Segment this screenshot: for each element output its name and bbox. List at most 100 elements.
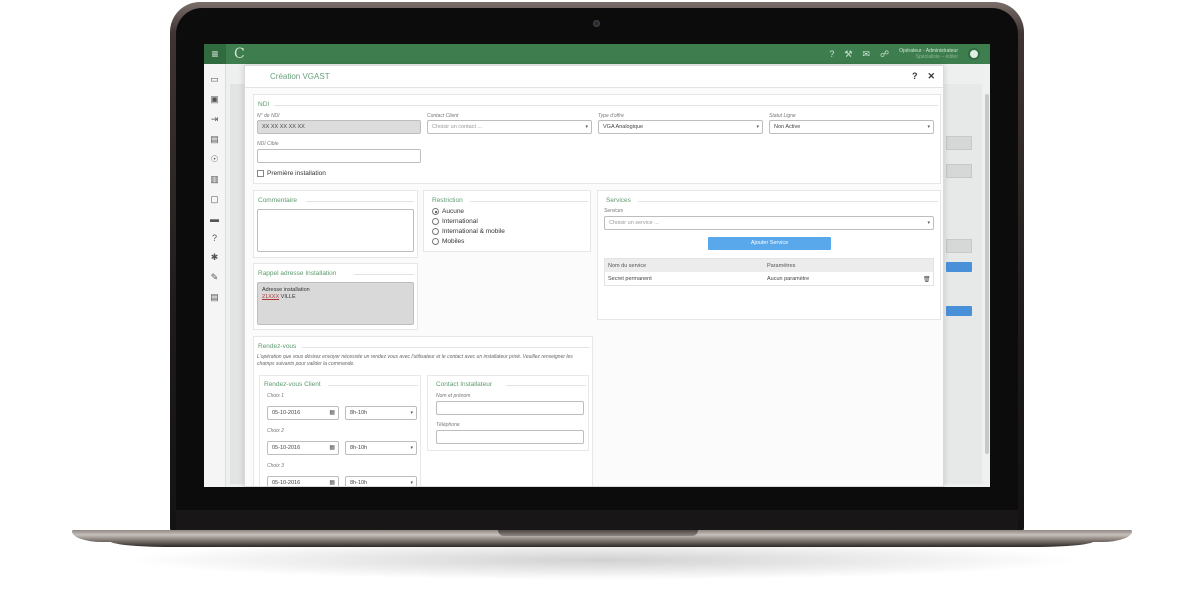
services-placeholder: Choisir un service ... (609, 220, 659, 226)
restriction-option-international-mobile[interactable]: International & mobile (432, 228, 505, 235)
choice-slot-select[interactable]: 8h-10h ▾ (345, 441, 417, 455)
choice-date-field[interactable]: 05-10-2016 ▦ (267, 441, 339, 455)
divider (638, 201, 938, 202)
restriction-title: Restriction (432, 197, 463, 204)
address-line: Adresse installation (262, 287, 310, 293)
comment-textarea[interactable] (257, 209, 414, 252)
tools-icon[interactable]: ⚒ (844, 49, 852, 60)
background-field (946, 136, 972, 150)
services-select[interactable]: Choisir un service ... ▾ (604, 216, 934, 230)
choice-date: 05-10-2016 (272, 410, 301, 416)
monitor-icon[interactable]: ▭ (210, 74, 219, 85)
city: VILLE (280, 294, 296, 300)
choice-slot-select[interactable]: 8h-10h ▾ (345, 476, 417, 486)
ndi-title: NDI (258, 101, 270, 108)
chart-icon[interactable]: ▥ (210, 174, 219, 185)
money-icon[interactable]: ▢ (210, 194, 219, 205)
chevron-down-icon: ▾ (927, 124, 930, 130)
checkbox[interactable] (257, 170, 264, 177)
radio[interactable] (432, 218, 439, 225)
comment-card: Commentaire (253, 190, 418, 258)
comment-title: Commentaire (258, 197, 298, 204)
calendar-icon[interactable]: ▤ (210, 134, 219, 145)
table-row: Secret permanent Aucun paramètre 🗑 (605, 272, 933, 285)
first-install-checkbox[interactable]: Première installation (257, 170, 326, 177)
calendar-icon[interactable]: ▦ (329, 407, 335, 419)
app-logo[interactable]: C (234, 46, 245, 62)
address-box: Adresse installation 21XXX VILLE (257, 282, 414, 325)
option-label: Aucune (442, 208, 465, 215)
installer-card: Contact Installateur Nom et prénom Télép… (427, 375, 589, 451)
edit-icon[interactable]: ✎ (211, 272, 219, 283)
installer-phone-field[interactable] (436, 430, 584, 444)
choice-slot: 8h-10h (350, 480, 368, 486)
chevron-down-icon: ▾ (410, 445, 413, 451)
target-ndi-field[interactable] (257, 149, 421, 163)
login-icon[interactable]: ⇥ (211, 114, 219, 125)
services-field-label: Services (604, 208, 624, 214)
choice-date-field[interactable]: 05-10-2016 ▦ (267, 406, 339, 420)
option-label: International (442, 218, 478, 225)
restriction-option-international[interactable]: International (432, 218, 478, 225)
modal-header: Création VGAST ? ✕ (245, 66, 943, 88)
user-info[interactable]: Opérateur - Administrateur Spécialiste –… (899, 48, 958, 60)
radio[interactable] (432, 228, 439, 235)
contact-client-select[interactable]: Choisir un contact ... ▾ (427, 120, 592, 134)
chevron-down-icon: ▾ (585, 124, 588, 130)
address-city-line: 21XXX VILLE (262, 294, 409, 301)
background-field (946, 164, 972, 178)
sidebar: ▭ ▣ ⇥ ▤ ☉ ▥ ▢ ▬ ? ✱ ✎ ▤ (204, 64, 226, 487)
rdv-description: L'opération que vous désirez envoyer néc… (257, 354, 573, 367)
scrollbar-thumb[interactable] (985, 94, 989, 454)
background-panel (230, 84, 244, 484)
avatar[interactable] (968, 48, 980, 60)
chat-icon[interactable]: ✉ (862, 49, 870, 60)
divider (328, 385, 418, 386)
help-icon[interactable]: ? (912, 71, 918, 82)
installer-name-field[interactable] (436, 401, 584, 415)
radio-selected[interactable] (432, 208, 439, 215)
factory-icon[interactable]: ▬ (210, 214, 219, 224)
services-card: Services Services Choisir un service ...… (597, 190, 941, 320)
close-icon[interactable]: ✕ (927, 71, 935, 82)
divider (506, 385, 586, 386)
user-role: Spécialiste – éditer (915, 54, 958, 60)
help-icon[interactable]: ? (829, 49, 834, 59)
choice-slot-select[interactable]: 8h-10h ▾ (345, 406, 417, 420)
trash-icon[interactable]: 🗑 (923, 276, 931, 283)
restriction-option-aucune[interactable]: Aucune (432, 208, 464, 215)
restriction-option-mobiles[interactable]: Mobiles (432, 238, 464, 245)
choice-slot: 8h-10h (350, 410, 368, 416)
contacts-icon[interactable]: ▣ (210, 94, 219, 105)
scrollbar[interactable] (984, 64, 990, 487)
ndi-number-field[interactable]: XX XX XX XX XX (257, 120, 421, 134)
service-name: Secret permanent (608, 276, 652, 282)
radio[interactable] (432, 238, 439, 245)
screen: ≡ C ? ⚒ ✉ ☍ Opérateur - Administrateur S… (204, 44, 990, 487)
services-title: Services (606, 197, 631, 204)
offer-type-label: Type d'offre (598, 113, 624, 119)
rdv-client-card: Rendez-vous Client Choix 1 05-10-2016 ▦ … (259, 375, 421, 486)
network-icon[interactable]: ☉ (210, 154, 218, 165)
menu-icon[interactable]: ≡ (204, 44, 226, 64)
top-bar: ≡ C ? ⚒ ✉ ☍ Opérateur - Administrateur S… (204, 44, 990, 64)
add-service-button[interactable]: Ajouter Service (708, 237, 831, 250)
contact-client-label: Contact Client (427, 113, 459, 119)
line-status-select[interactable]: Non Active ▾ (769, 120, 934, 134)
laptop-opening-notch (498, 530, 698, 536)
divider (274, 105, 938, 106)
question-icon[interactable]: ? (212, 233, 217, 243)
ndi-number-label: N° de NDI (257, 113, 280, 119)
choice-date-field[interactable]: 05-10-2016 ▦ (267, 476, 339, 486)
calendar-icon[interactable]: ▦ (329, 442, 335, 454)
line-status-value: Non Active (774, 124, 801, 130)
col-params: Paramètres (767, 263, 796, 269)
calendar-icon[interactable]: ▦ (329, 477, 335, 486)
users-icon[interactable]: ☍ (880, 49, 889, 60)
choice-date: 05-10-2016 (272, 480, 301, 486)
camera-icon (593, 20, 600, 27)
offer-type-select[interactable]: VGA Analogique ▾ (598, 120, 763, 134)
document-icon[interactable]: ▤ (210, 292, 219, 303)
restriction-card: Restriction Aucune International Interna… (423, 190, 591, 252)
settings-icon[interactable]: ✱ (211, 252, 219, 263)
